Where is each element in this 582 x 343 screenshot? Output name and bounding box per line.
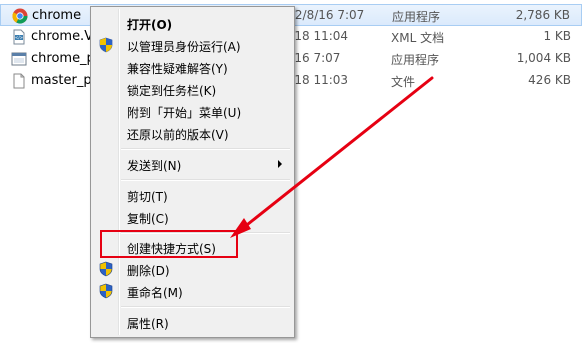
file-type: XML 文档 [391, 31, 445, 45]
menu-item-delete[interactable]: 删除(D) [93, 258, 292, 280]
annotation-highlight-box [100, 230, 238, 258]
menu-separator [121, 148, 290, 150]
menu-item-label: 以管理员身份运行(A) [127, 40, 241, 54]
file-size: 1,004 KB [516, 51, 571, 65]
menu-item-label: 删除(D) [127, 264, 170, 278]
menu-item-copy[interactable]: 复制(C) [93, 206, 292, 228]
file-type: 文件 [391, 75, 416, 89]
file-size: 426 KB [528, 73, 571, 87]
menu-item-label: 还原以前的版本(V) [127, 128, 229, 142]
menu-item-pin-taskbar[interactable]: 锁定到任务栏(K) [93, 78, 292, 100]
menu-item-pin-start[interactable]: 附到「开始」菜单(U) [93, 100, 292, 122]
xml-document-icon: </> [11, 29, 27, 45]
file-name: master_pr [31, 73, 97, 88]
file-name: chrome [32, 8, 82, 23]
submenu-arrow-icon [278, 160, 282, 168]
file-icon [11, 73, 27, 89]
menu-separator [121, 179, 290, 181]
uac-shield-icon [98, 283, 114, 299]
file-size: 1 KB [543, 29, 571, 43]
menu-item-send-to[interactable]: 发送到(N) [93, 153, 292, 175]
menu-item-run-as-admin[interactable]: 以管理员身份运行(A) [93, 34, 292, 56]
menu-item-compat-troubleshoot[interactable]: 兼容性疑难解答(Y) [93, 56, 292, 78]
menu-item-label: 兼容性疑难解答(Y) [127, 62, 228, 76]
menu-item-label: 剪切(T) [127, 190, 168, 204]
file-size: 2,786 KB [515, 8, 570, 22]
menu-item-label: 发送到(N) [127, 159, 182, 173]
file-type: 应用程序 [391, 53, 440, 67]
uac-shield-icon [98, 37, 114, 53]
menu-item-properties[interactable]: 属性(R) [93, 311, 292, 333]
menu-item-label: 属性(R) [127, 317, 169, 331]
uac-shield-icon [98, 261, 114, 277]
menu-item-cut[interactable]: 剪切(T) [93, 184, 292, 206]
menu-item-label: 附到「开始」菜单(U) [127, 106, 242, 120]
menu-item-open[interactable]: 打开(O) [93, 12, 292, 34]
menu-item-label: 重命名(M) [127, 286, 183, 300]
menu-separator [121, 306, 290, 308]
application-icon [11, 51, 27, 67]
explorer-window: chrome 2022/8/16 7:07 应用程序 2,786 KB </> … [0, 0, 582, 343]
svg-text:</>: </> [15, 35, 23, 40]
chrome-icon [12, 8, 28, 24]
menu-item-restore-versions[interactable]: 还原以前的版本(V) [93, 122, 292, 144]
menu-item-label: 锁定到任务栏(K) [127, 84, 217, 98]
menu-item-label: 复制(C) [127, 212, 169, 226]
file-type: 应用程序 [392, 10, 441, 24]
menu-item-rename[interactable]: 重命名(M) [93, 280, 292, 302]
menu-item-label: 打开(O) [127, 18, 173, 32]
context-menu: 打开(O) 以管理员身份运行(A) 兼容性疑难解答(Y) 锁定到任务栏(K) 附… [90, 6, 295, 338]
